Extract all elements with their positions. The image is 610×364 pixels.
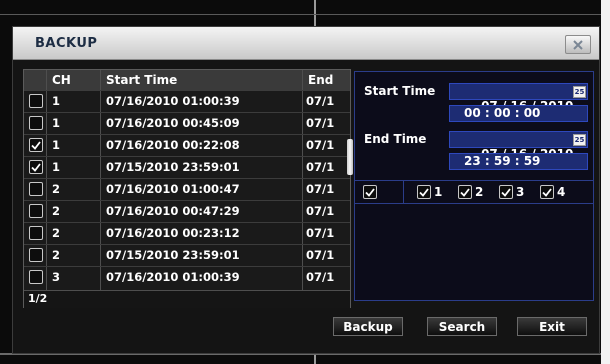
column-header-end: End	[308, 73, 334, 87]
cell-end-time: 07/1	[306, 94, 335, 108]
backup-button[interactable]: Backup	[333, 317, 403, 336]
checkmark-icon	[419, 187, 429, 197]
row-checkbox[interactable]	[29, 138, 43, 152]
row-checkbox[interactable]	[29, 248, 43, 262]
row-checkbox[interactable]	[29, 94, 43, 108]
channel-label: 2	[475, 185, 484, 199]
calendar-icon[interactable]: 25	[573, 86, 586, 98]
cell-start-time: 07/15/2010 23:59:01	[106, 248, 240, 262]
checkmark-icon	[460, 187, 470, 197]
row-checkbox[interactable]	[29, 160, 43, 174]
channel-checkbox[interactable]	[499, 185, 513, 199]
end-time-label: End Time	[364, 132, 427, 146]
cell-end-time: 07/1	[306, 204, 335, 218]
table-row[interactable]: 2 07/16/2010 00:47:29 07/1	[24, 200, 350, 221]
cell-end-time: 07/1	[306, 138, 335, 152]
pagination-bar: 1/2	[24, 290, 350, 308]
channel-checkbox[interactable]	[458, 185, 472, 199]
row-checkbox[interactable]	[29, 204, 43, 218]
table-row[interactable]: 3 07/16/2010 01:00:39 07/1	[24, 266, 350, 287]
cell-end-time: 07/1	[306, 270, 335, 284]
start-time-field[interactable]: 00 : 00 : 00	[449, 105, 588, 122]
end-time-field[interactable]: 23 : 59 : 59	[449, 153, 588, 170]
cell-start-time: 07/16/2010 00:45:09	[106, 116, 240, 130]
cell-end-time: 07/1	[306, 160, 335, 174]
table-row[interactable]: 2 07/15/2010 23:59:01 07/1	[24, 244, 350, 265]
column-header-ch: CH	[52, 73, 71, 87]
cell-channel: 3	[52, 270, 61, 284]
channel-checkbox[interactable]	[417, 185, 431, 199]
calendar-icon[interactable]: 25	[573, 134, 586, 146]
cell-channel: 1	[52, 138, 61, 152]
checkmark-icon	[501, 187, 511, 197]
backup-dialog: BACKUP CH Start Time End 1 07/16/2010 01:…	[12, 26, 600, 354]
row-checkbox[interactable]	[29, 182, 43, 196]
close-icon	[573, 39, 583, 50]
cell-start-time: 07/16/2010 00:23:12	[106, 226, 240, 240]
checkmark-icon	[31, 140, 41, 150]
table-row[interactable]: 1 07/16/2010 00:45:09 07/1	[24, 112, 350, 133]
cell-start-time: 07/15/2010 23:59:01	[106, 160, 240, 174]
cell-start-time: 07/16/2010 00:47:29	[106, 204, 240, 218]
table-row[interactable]: 1 07/16/2010 01:00:39 07/1	[24, 90, 350, 111]
cell-channel: 2	[52, 182, 61, 196]
row-checkbox[interactable]	[29, 116, 43, 130]
cell-channel: 2	[52, 248, 61, 262]
checkmark-icon	[542, 187, 552, 197]
exit-button[interactable]: Exit	[517, 317, 587, 336]
channel-label: 3	[516, 185, 525, 199]
cell-start-time: 07/16/2010 01:00:39	[106, 270, 240, 284]
background-edge	[601, 0, 610, 364]
cell-start-time: 07/16/2010 01:00:47	[106, 182, 240, 196]
channel-divider	[403, 181, 404, 203]
start-date-field[interactable]: 07 / 16 / 2010 25	[449, 83, 588, 113]
dialog-title: BACKUP	[35, 36, 98, 51]
time-filter-panel: Start Time 07 / 16 / 2010 25 00 : 00 : 0…	[354, 71, 594, 301]
cell-channel: 1	[52, 160, 61, 174]
channel-label: 1	[434, 185, 443, 199]
table-row[interactable]: 2 07/16/2010 01:00:47 07/1	[24, 178, 350, 199]
checkmark-icon	[365, 187, 375, 197]
row-checkbox[interactable]	[29, 226, 43, 240]
cell-end-time: 07/1	[306, 182, 335, 196]
end-date-field[interactable]: 07 / 16 / 2010 25	[449, 131, 588, 161]
cell-channel: 1	[52, 116, 61, 130]
page-indicator: 1/2	[28, 292, 48, 305]
cell-channel: 2	[52, 226, 61, 240]
cell-end-time: 07/1	[306, 248, 335, 262]
table-row[interactable]: 2 07/16/2010 00:23:12 07/1	[24, 222, 350, 243]
column-header-start-time: Start Time	[106, 73, 178, 87]
record-table: CH Start Time End 1 07/16/2010 01:00:39 07…	[23, 69, 351, 308]
select-all-checkbox[interactable]	[363, 185, 377, 199]
cell-end-time: 07/1	[306, 116, 335, 130]
search-button[interactable]: Search	[427, 317, 497, 336]
dialog-titlebar: BACKUP	[13, 27, 599, 60]
channel-filter-row: 1 2 3 4	[355, 180, 593, 204]
channel-checkbox[interactable]	[540, 185, 554, 199]
channel-label: 4	[557, 185, 566, 199]
checkmark-icon	[31, 162, 41, 172]
background-divider-top	[0, 14, 610, 15]
table-row[interactable]: 1 07/16/2010 00:22:08 07/1	[24, 134, 350, 155]
cell-start-time: 07/16/2010 00:22:08	[106, 138, 240, 152]
close-button[interactable]	[565, 35, 591, 54]
table-scrollbar-handle[interactable]	[347, 139, 353, 175]
row-checkbox[interactable]	[29, 270, 43, 284]
cell-end-time: 07/1	[306, 226, 335, 240]
table-row[interactable]: 1 07/15/2010 23:59:01 07/1	[24, 156, 350, 177]
cell-channel: 1	[52, 94, 61, 108]
cell-start-time: 07/16/2010 01:00:39	[106, 94, 240, 108]
cell-channel: 2	[52, 204, 61, 218]
start-time-label: Start Time	[364, 84, 436, 98]
